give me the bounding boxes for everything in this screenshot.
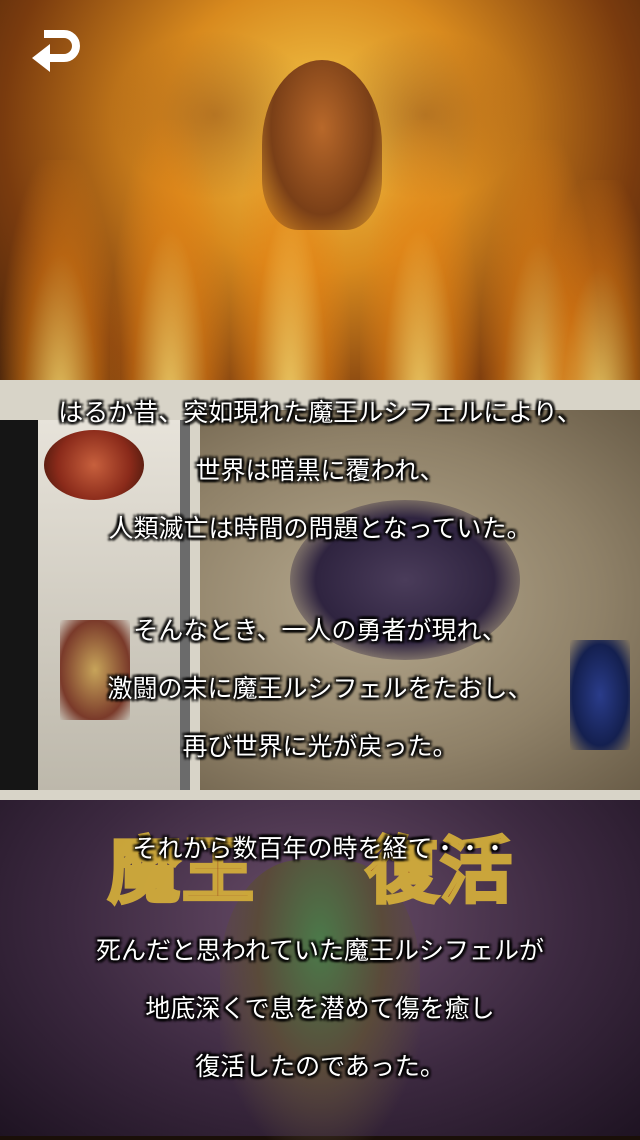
story-line: 復活したのであった。 [195,1052,445,1081]
return-arrow-icon [32,30,80,72]
demon-lord-figure [262,60,382,230]
story-text: はるか昔、突如現れた魔王ルシフェルにより、 世界は暗黒に覆われ、 人類滅亡は時間… [0,384,640,1096]
story-line: はるか昔、突如現れた魔王ルシフェルにより、 [58,398,582,427]
story-line: それから数百年の時を経て・・・ [132,834,508,863]
story-line: 死んだと思われていた魔王ルシフェルが [95,936,544,965]
back-button[interactable] [26,22,84,80]
story-line: 地底深くで息を潜めて傷を癒し [145,994,495,1023]
story-line: 世界は暗黒に覆われ、 [195,456,445,485]
story-line: 激闘の末に魔王ルシフェルをたおし、 [107,674,533,703]
demon-lord-fire-illustration [0,0,640,420]
story-line: 人類滅亡は時間の問題となっていた。 [108,514,532,543]
story-line: そんなとき、一人の勇者が現れ、 [133,616,507,645]
story-line: 再び世界に光が戻った。 [182,732,458,761]
